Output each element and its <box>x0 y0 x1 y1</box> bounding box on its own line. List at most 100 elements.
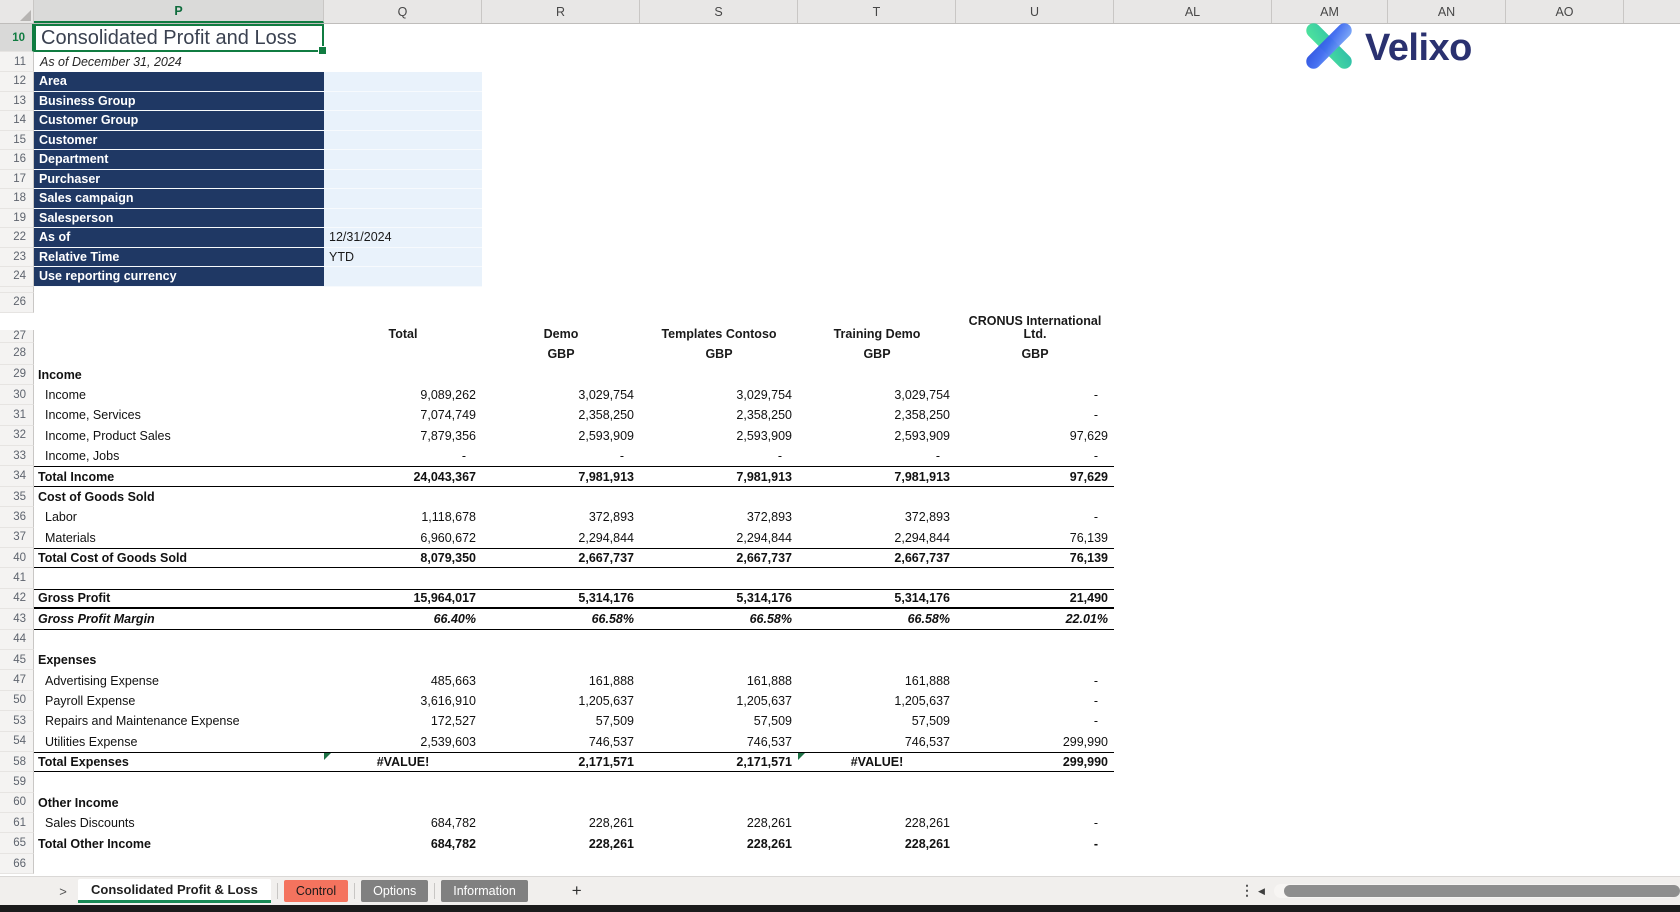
cell-value[interactable]: 228,261 <box>640 813 798 833</box>
cell-value[interactable]: 66.58% <box>482 609 640 628</box>
cell-value[interactable]: 7,074,749 <box>324 405 482 425</box>
cell-value[interactable]: 66.40% <box>324 609 482 628</box>
cell-value[interactable]: - <box>956 711 1114 731</box>
cell-value[interactable]: 161,888 <box>798 670 956 690</box>
cell-value[interactable]: 372,893 <box>798 507 956 527</box>
cell-value[interactable]: - <box>956 670 1114 690</box>
filter-value-cell[interactable] <box>324 267 482 287</box>
row-header-58[interactable]: 58 <box>0 751 34 773</box>
cell-value[interactable]: 372,893 <box>482 507 640 527</box>
cell-value[interactable]: 7,981,913 <box>482 467 640 485</box>
cell-value[interactable]: - <box>956 446 1114 466</box>
cell-value[interactable]: - <box>482 446 640 466</box>
cell-value[interactable]: 2,593,909 <box>640 426 798 446</box>
row-header-22[interactable]: 22 <box>0 228 34 248</box>
cell-value[interactable] <box>324 650 482 670</box>
row-header-47[interactable]: 47 <box>0 670 34 691</box>
cell-label[interactable]: Total Other Income <box>34 833 324 853</box>
cell-value[interactable]: 57,509 <box>798 711 956 731</box>
row-header-24[interactable]: 24 <box>0 267 34 287</box>
cell-label[interactable] <box>34 568 324 588</box>
cell-value[interactable]: 161,888 <box>482 670 640 690</box>
cell-value[interactable]: - <box>956 691 1114 711</box>
cell-value[interactable] <box>798 793 956 813</box>
row-header-10[interactable]: 10 <box>0 24 34 52</box>
row-header-36[interactable]: 36 <box>0 507 34 528</box>
cell-value[interactable]: - <box>956 507 1114 527</box>
cell-value[interactable] <box>640 568 798 588</box>
cell-value[interactable] <box>640 650 798 670</box>
row-header-50[interactable]: 50 <box>0 690 34 712</box>
cell-label[interactable] <box>34 854 324 874</box>
tab-nav-chevron-icon[interactable]: > <box>48 884 78 899</box>
cell-value[interactable] <box>482 793 640 813</box>
cell-value[interactable]: 6,960,672 <box>324 528 482 548</box>
column-header-AO[interactable]: AO <box>1506 0 1624 23</box>
filter-label-cell[interactable]: As of <box>34 228 324 248</box>
cell-value[interactable]: - <box>324 446 482 466</box>
cell-value[interactable] <box>798 630 956 650</box>
row-header-43[interactable]: 43 <box>0 609 34 630</box>
cell-value[interactable] <box>482 487 640 507</box>
row-header-66[interactable]: 66 <box>0 853 34 875</box>
filter-value-cell[interactable] <box>324 91 482 111</box>
cell-value[interactable] <box>798 650 956 670</box>
column-header-AL[interactable]: AL <box>1114 0 1272 23</box>
row-header-42[interactable]: 42 <box>0 588 34 610</box>
column-header-S[interactable]: S <box>640 0 798 23</box>
cell-value[interactable]: 299,990 <box>956 753 1114 771</box>
row-header-61[interactable]: 61 <box>0 813 34 834</box>
cell-value[interactable]: 3,029,754 <box>798 385 956 405</box>
row-header-54[interactable]: 54 <box>0 731 34 752</box>
cell-value[interactable] <box>324 772 482 792</box>
report-column-header[interactable]: CRONUS International Ltd. <box>956 315 1114 343</box>
cell-value[interactable]: 57,509 <box>640 711 798 731</box>
row-header-32[interactable]: 32 <box>0 425 34 447</box>
row-header-37[interactable]: 37 <box>0 527 34 549</box>
report-column-header[interactable]: Training Demo <box>798 328 956 343</box>
cell-value[interactable]: 57,509 <box>482 711 640 731</box>
cell-value[interactable]: 7,981,913 <box>798 467 956 485</box>
row-header-28[interactable]: 28 <box>0 342 34 365</box>
cell-value[interactable]: 7,879,356 <box>324 426 482 446</box>
cell-value[interactable]: - <box>798 446 956 466</box>
cell-value[interactable]: 485,663 <box>324 670 482 690</box>
cell-value[interactable]: 2,539,603 <box>324 732 482 752</box>
cell-value[interactable]: 228,261 <box>640 833 798 853</box>
cell-value[interactable]: 2,294,844 <box>640 528 798 548</box>
cell-value[interactable]: 684,782 <box>324 813 482 833</box>
cell-value[interactable]: 746,537 <box>640 732 798 752</box>
row-header-27[interactable]: 27 <box>0 329 34 343</box>
cell-value[interactable] <box>482 365 640 385</box>
cell-value[interactable]: #VALUE! <box>798 752 956 771</box>
cell-value[interactable]: 228,261 <box>798 813 956 833</box>
cell-value[interactable]: 2,358,250 <box>798 405 956 425</box>
filter-label-cell[interactable]: Use reporting currency <box>34 267 324 287</box>
cell-value[interactable]: 2,358,250 <box>640 405 798 425</box>
row-header-15[interactable]: 15 <box>0 130 34 150</box>
cell-value[interactable] <box>956 630 1114 650</box>
report-column-header[interactable]: Templates Contoso <box>640 328 798 343</box>
cell-label[interactable] <box>34 630 324 650</box>
filter-value-cell[interactable] <box>324 208 482 228</box>
cell-value[interactable]: - <box>956 833 1114 853</box>
cell-value[interactable] <box>640 793 798 813</box>
cell-value[interactable] <box>482 650 640 670</box>
row-header-16[interactable]: 16 <box>0 150 34 170</box>
cell-value[interactable]: 22.01% <box>956 609 1114 628</box>
row-header-30[interactable]: 30 <box>0 384 34 406</box>
cell-value[interactable]: 9,089,262 <box>324 385 482 405</box>
column-header-Q[interactable]: Q <box>324 0 482 23</box>
cell-value[interactable] <box>798 487 956 507</box>
row-header-31[interactable]: 31 <box>0 405 34 426</box>
cell-value[interactable] <box>324 630 482 650</box>
cell-value[interactable]: 299,990 <box>956 732 1114 752</box>
cell-value[interactable] <box>956 793 1114 813</box>
cell-value[interactable] <box>482 772 640 792</box>
report-currency-header[interactable]: GBP <box>640 343 798 365</box>
cell-value[interactable]: 3,029,754 <box>640 385 798 405</box>
cell-label[interactable]: Gross Profit Margin <box>34 609 324 628</box>
row-header-23[interactable]: 23 <box>0 247 34 267</box>
cell-value[interactable] <box>482 630 640 650</box>
cell-label[interactable]: Total Expenses <box>34 753 324 771</box>
